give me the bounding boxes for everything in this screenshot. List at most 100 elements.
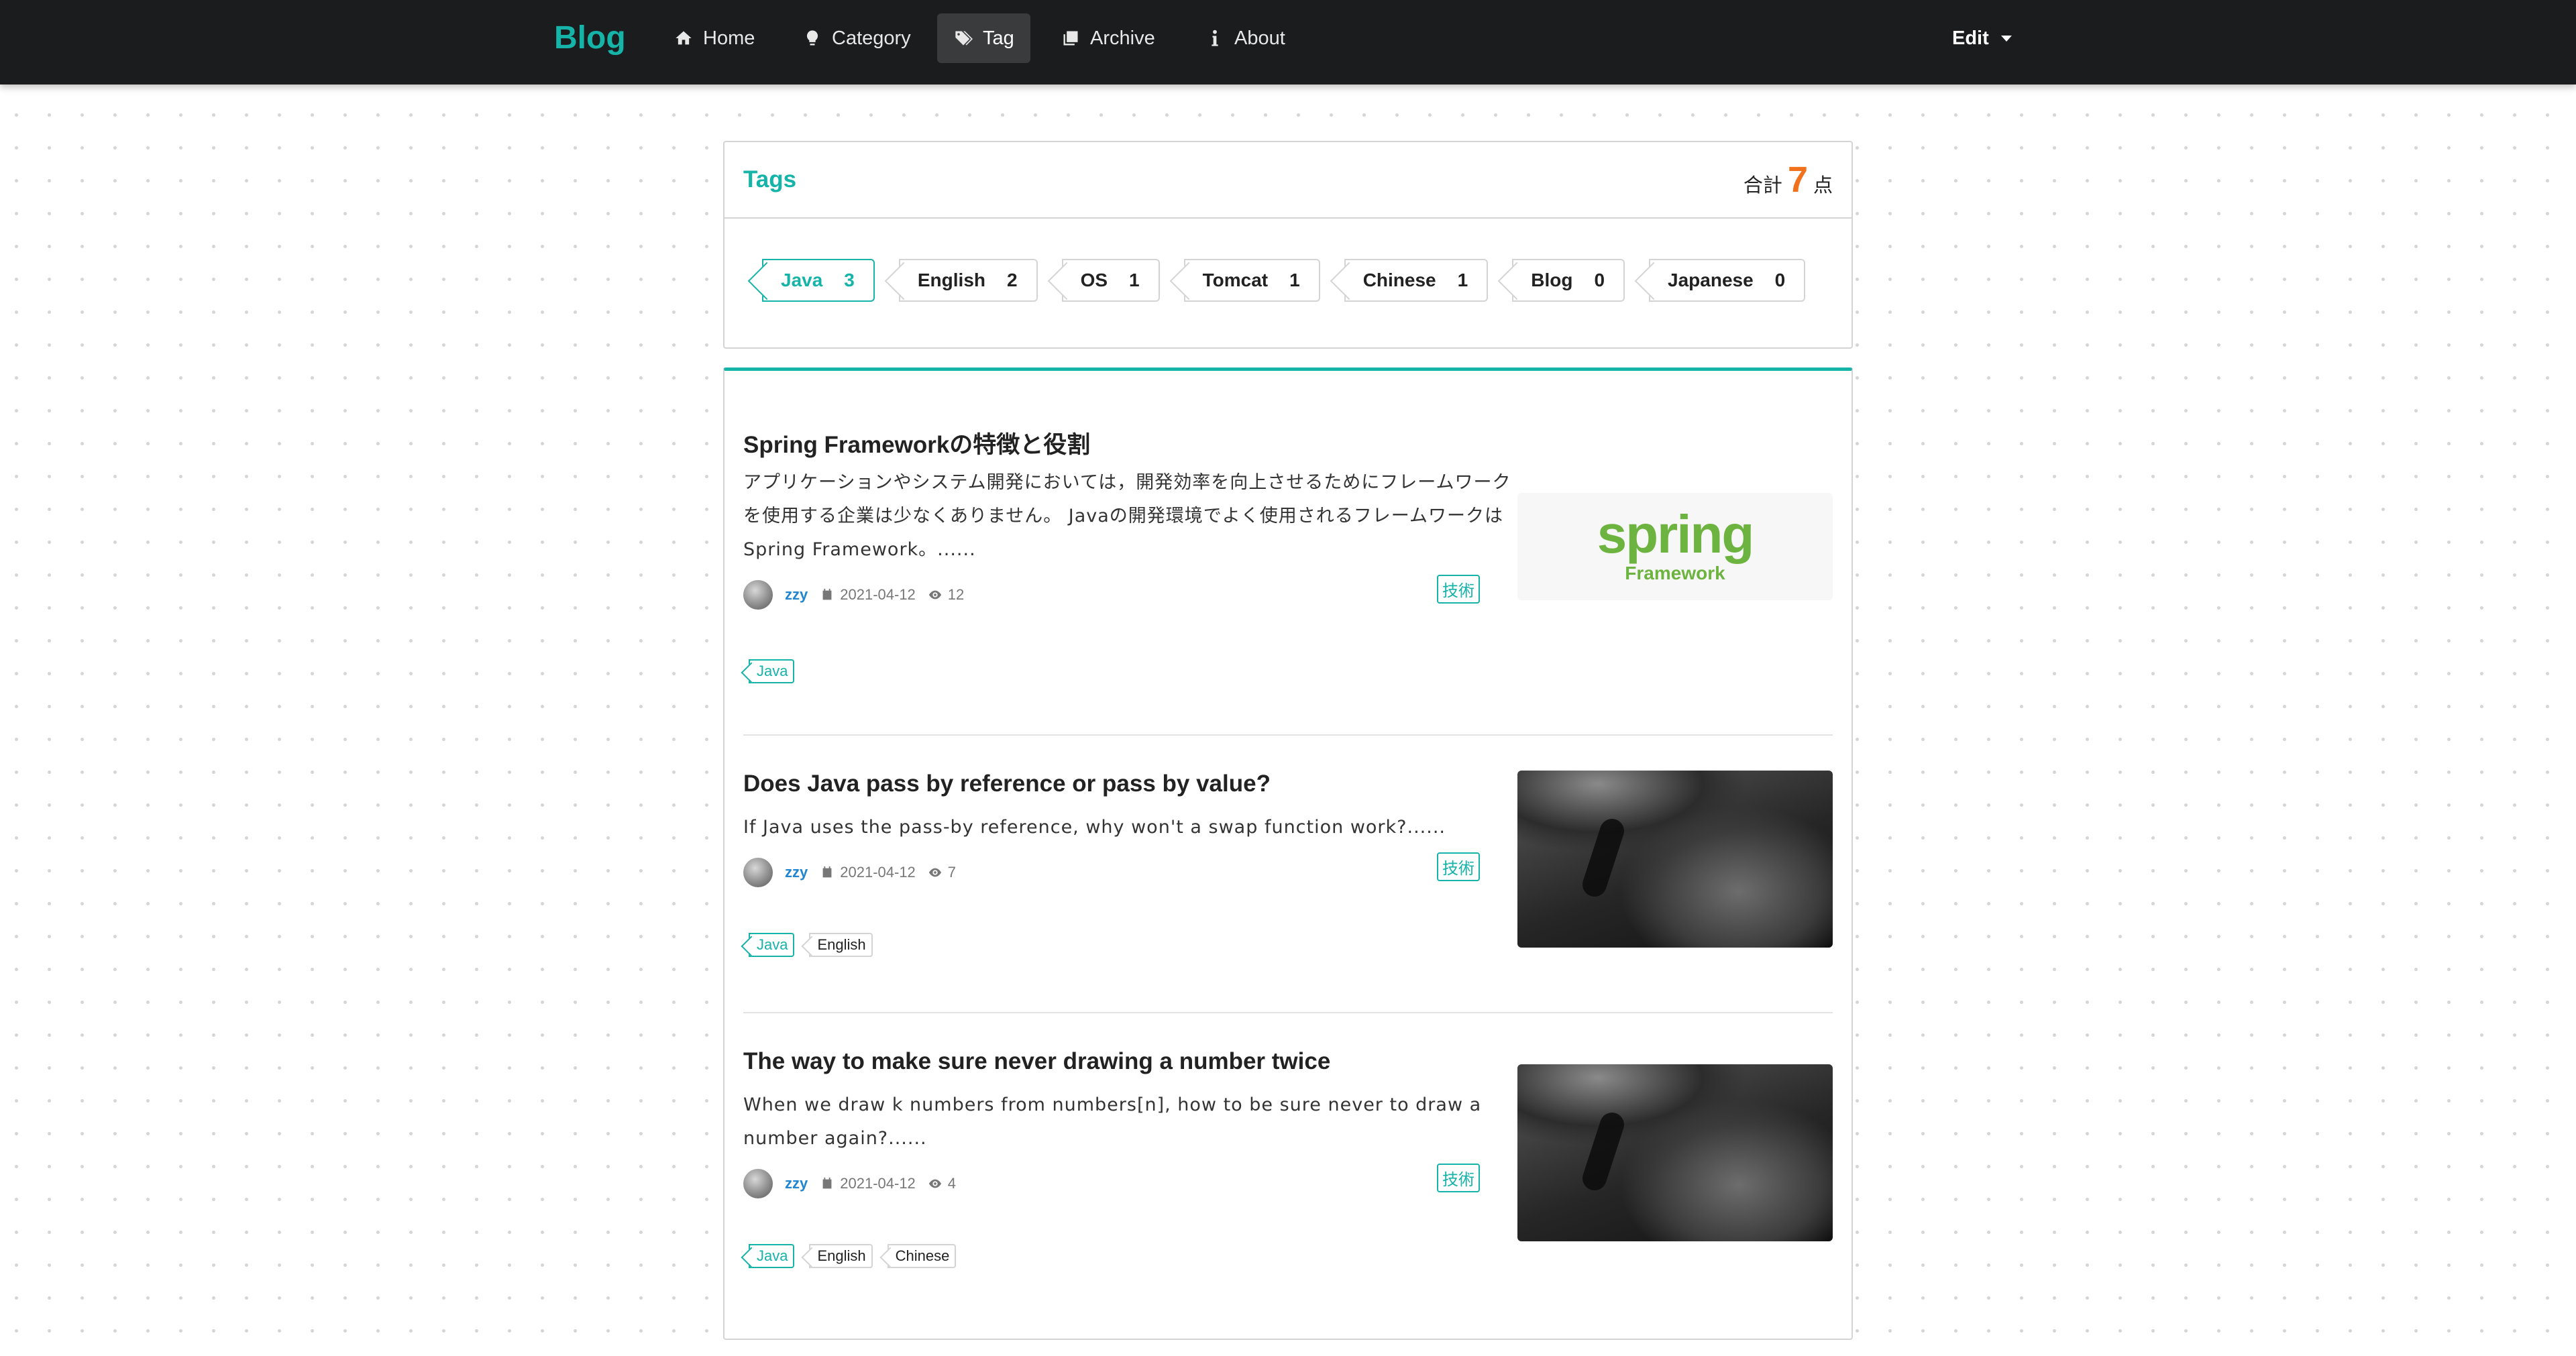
tag-name: Tomcat: [1202, 270, 1269, 290]
tag-japanese[interactable]: Japanese 0: [1649, 259, 1806, 302]
avatar: [743, 1169, 773, 1198]
avatar: [743, 580, 773, 610]
post-date: 2021-04-12: [820, 1175, 916, 1192]
post-tag-java[interactable]: Java: [749, 1244, 795, 1268]
tag-java[interactable]: Java 3: [762, 259, 875, 302]
post-tag-label: English: [817, 936, 866, 953]
tag-count: 1: [1289, 270, 1300, 290]
post-meta: zzy 2021-04-12 7: [743, 858, 956, 887]
post-tag-label: Java: [757, 1247, 788, 1264]
post-tag-english[interactable]: English: [809, 933, 873, 957]
tag-name: English: [917, 270, 985, 290]
nav-about[interactable]: About: [1189, 13, 1301, 63]
nav-category-label: Category: [832, 27, 911, 49]
post-views: 7: [928, 864, 956, 881]
tag-chinese[interactable]: Chinese 1: [1344, 259, 1489, 302]
tags-card: Tags 合計 7 点 Java 3 English 2 OS 1 Tomcat…: [723, 141, 1853, 349]
nav-home[interactable]: Home: [657, 13, 771, 63]
tag-name: Chinese: [1362, 270, 1436, 290]
nav-tag[interactable]: Tag: [937, 13, 1030, 63]
eye-icon: [928, 590, 941, 600]
post-date: 2021-04-12: [820, 586, 916, 604]
post-tag-label: Java: [757, 936, 788, 953]
post-views-count: 7: [947, 864, 957, 881]
post-tag-label: Chinese: [895, 1247, 950, 1264]
tag-count: 3: [844, 270, 855, 290]
avatar: [743, 858, 773, 887]
calendar-icon: [822, 866, 832, 878]
post-meta: zzy 2021-04-12 12: [743, 580, 964, 610]
lightbulb-icon: [802, 28, 822, 48]
post-excerpt: When we draw k numbers from numbers[n], …: [743, 1094, 1482, 1149]
tag-list: Java 3 English 2 OS 1 Tomcat 1 Chinese 1…: [753, 259, 1806, 302]
post-item: The way to make sure never drawing a num…: [743, 1048, 1833, 1303]
post-tag-chinese[interactable]: Chinese: [887, 1244, 957, 1268]
tag-name: Blog: [1531, 270, 1573, 290]
calendar-icon: [822, 1177, 832, 1189]
post-views: 12: [928, 586, 964, 604]
tags-total: 合計 7 点: [1743, 162, 1833, 198]
tag-count: 1: [1129, 270, 1140, 290]
post-type-badge[interactable]: 技術: [1437, 575, 1480, 604]
info-icon: [1205, 28, 1225, 48]
post-title[interactable]: Does Java pass by reference or pass by v…: [743, 771, 1271, 797]
post-tags: Java English: [743, 933, 873, 957]
post-author[interactable]: zzy: [785, 1175, 808, 1192]
posts-card: Spring Frameworkの特徴と役割 アプリケーションやシステム開発にお…: [723, 368, 1853, 1340]
post-tag-java[interactable]: Java: [749, 933, 795, 957]
caret-down-icon: [2000, 35, 2012, 42]
tag-os[interactable]: OS 1: [1061, 259, 1160, 302]
tags-title: Tags: [743, 166, 797, 192]
diver-silhouette: [1579, 1109, 1627, 1194]
post-date-text: 2021-04-12: [840, 586, 916, 603]
nav-about-label: About: [1234, 27, 1285, 49]
brand-logo[interactable]: Blog: [554, 16, 626, 60]
post-item: Does Java pass by reference or pass by v…: [743, 771, 1833, 992]
tag-name: Java: [781, 270, 823, 290]
calendar-icon: [822, 588, 832, 600]
post-date-text: 2021-04-12: [840, 864, 916, 881]
nav-category[interactable]: Category: [786, 13, 927, 63]
post-divider: [743, 734, 1833, 736]
post-divider: [743, 1012, 1833, 1013]
post-thumbnail-diver-image[interactable]: [1517, 771, 1833, 948]
tag-count: 0: [1594, 270, 1605, 290]
post-views-count: 12: [947, 586, 965, 603]
post-author[interactable]: zzy: [785, 864, 808, 881]
tags-icon: [953, 28, 973, 48]
spring-logo-sub: Framework: [1625, 563, 1725, 583]
post-title[interactable]: The way to make sure never drawing a num…: [743, 1048, 1330, 1075]
nav-archive-label: Archive: [1090, 27, 1155, 49]
post-type-badge[interactable]: 技術: [1437, 1164, 1480, 1192]
post-title[interactable]: Spring Frameworkの特徴と役割: [743, 426, 1090, 460]
post-item: Spring Frameworkの特徴と役割 アプリケーションやシステム開発にお…: [743, 426, 1833, 708]
nav-archive[interactable]: Archive: [1044, 13, 1171, 63]
tag-blog[interactable]: Blog 0: [1512, 259, 1625, 302]
post-views-count: 4: [947, 1175, 957, 1192]
post-tag-english[interactable]: English: [809, 1244, 873, 1268]
post-excerpt: アプリケーションやシステム開発においては，開発効率を向上させるためにフレームワー…: [743, 472, 1511, 560]
eye-icon: [928, 1179, 941, 1188]
nav-tag-label: Tag: [983, 27, 1014, 49]
post-thumbnail-diver-image[interactable]: [1517, 1064, 1833, 1241]
diver-silhouette: [1579, 815, 1627, 900]
edit-label: Edit: [1952, 27, 1989, 49]
tag-english[interactable]: English 2: [898, 259, 1038, 302]
post-date: 2021-04-12: [820, 864, 916, 881]
post-tags: Java: [743, 659, 795, 683]
tag-count: 1: [1457, 270, 1468, 290]
post-date-text: 2021-04-12: [840, 1175, 916, 1192]
post-thumbnail-spring-logo[interactable]: spring Framework: [1517, 493, 1833, 600]
post-tag-java[interactable]: Java: [749, 659, 795, 683]
post-type-badge[interactable]: 技術: [1437, 852, 1480, 881]
tag-tomcat[interactable]: Tomcat 1: [1183, 259, 1320, 302]
tag-name: Japanese: [1668, 270, 1754, 290]
top-navbar: Blog Home Category Tag Archive About Edi…: [0, 0, 2576, 84]
tags-card-header: Tags 合計 7 点: [724, 142, 1851, 219]
post-tags: Java English Chinese: [743, 1244, 957, 1268]
nav-home-label: Home: [703, 27, 755, 49]
clone-icon: [1061, 28, 1081, 48]
edit-dropdown[interactable]: Edit: [1952, 13, 2012, 63]
tags-total-suffix: 点: [1813, 175, 1833, 196]
post-author[interactable]: zzy: [785, 586, 808, 604]
